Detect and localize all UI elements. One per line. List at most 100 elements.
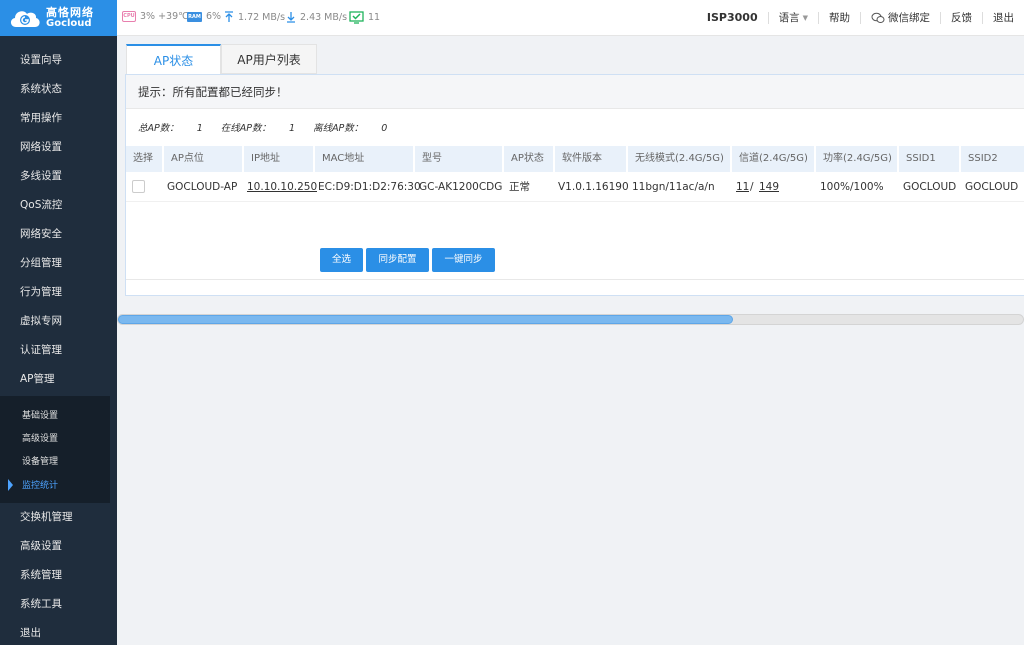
ap-counts: 总AP数： 1 在线AP数： 1 离线AP数： 0 bbox=[138, 120, 405, 134]
connections-text: 11 bbox=[368, 12, 381, 23]
row-checkbox[interactable] bbox=[132, 180, 145, 193]
sidebar-item-multiline[interactable]: 多线设置 bbox=[0, 162, 117, 191]
cloud-logo-icon bbox=[10, 11, 40, 27]
wechat-bind-label: 微信绑定 bbox=[888, 12, 930, 24]
upload-arrow-icon bbox=[225, 11, 233, 22]
active-item-marker bbox=[8, 479, 13, 491]
monitor-check-icon bbox=[349, 11, 364, 24]
progress-bar-fill bbox=[118, 315, 734, 324]
help-link[interactable]: 帮助 bbox=[818, 12, 860, 24]
cell-ssid1: GOCLOUD bbox=[903, 181, 957, 193]
online-ap-value: 1 bbox=[289, 123, 296, 134]
col-ap-location: AP点位 bbox=[162, 146, 242, 172]
total-ap-value: 1 bbox=[196, 123, 203, 134]
sidebar-item-system-status[interactable]: 系统状态 bbox=[0, 75, 117, 104]
feedback-link[interactable]: 反馈 bbox=[940, 12, 982, 24]
sidebar-item-ap[interactable]: AP管理 bbox=[0, 365, 117, 394]
cell-power: 100%/100% bbox=[820, 181, 884, 193]
sidebar-item-vpn[interactable]: 虚拟专网 bbox=[0, 307, 117, 336]
sidebar-item-tools[interactable]: 系统工具 bbox=[0, 590, 117, 619]
chevron-down-icon: ▼ bbox=[802, 14, 808, 22]
sidebar-item-security[interactable]: 网络安全 bbox=[0, 220, 117, 249]
cell-mac: EC:D9:D1:D2:76:30 bbox=[318, 181, 421, 193]
progress-bar bbox=[117, 314, 1024, 325]
offline-ap-value: 0 bbox=[381, 123, 388, 134]
sidebar-subitem-devices[interactable]: 设备管理 bbox=[22, 454, 58, 467]
col-channel: 信道(2.4G/5G) bbox=[730, 146, 814, 172]
ap-status-panel: 提示：所有配置都已经同步！ 总AP数： 1 在线AP数： 1 离线AP数： 0 选择 AP… bbox=[125, 74, 1024, 296]
download-stat: 2.43 MB/s bbox=[286, 11, 347, 23]
cell-version: V1.0.1.16190 bbox=[558, 181, 629, 193]
cell-ap-location: GOCLOUD-AP bbox=[167, 181, 238, 193]
connections-stat: 11 bbox=[349, 11, 380, 24]
col-power: 功率(2.4G/5G) bbox=[814, 146, 897, 172]
language-label: 语言 bbox=[778, 12, 800, 24]
table-header: 选择 AP点位 IP地址 MAC地址 型号 AP状态 软件版本 无线模式(2.4… bbox=[126, 146, 1024, 172]
col-wireless-mode: 无线模式(2.4G/5G) bbox=[626, 146, 730, 172]
logo-cn: 高恪网络 bbox=[46, 6, 94, 19]
download-text: 2.43 MB/s bbox=[300, 11, 348, 23]
logo-en: Gocloud bbox=[46, 18, 92, 29]
ram-stat: RAM 6% bbox=[187, 11, 221, 22]
sidebar-item-group[interactable]: 分组管理 bbox=[0, 249, 117, 278]
tab-ap-status[interactable]: AP状态 bbox=[126, 44, 221, 74]
sidebar-item-system-mgmt[interactable]: 系统管理 bbox=[0, 561, 117, 590]
cell-ip-link[interactable]: 10.10.10.250 bbox=[247, 172, 317, 202]
sidebar-item-common-ops[interactable]: 常用操作 bbox=[0, 104, 117, 133]
ram-text: 6% bbox=[206, 11, 222, 22]
col-version: 软件版本 bbox=[553, 146, 626, 172]
sidebar-subitem-advanced[interactable]: 高级设置 bbox=[22, 431, 58, 444]
sidebar-item-qos[interactable]: QoS流控 bbox=[0, 191, 117, 220]
language-dropdown[interactable]: 语言 ▼ bbox=[767, 12, 818, 24]
sidebar-item-advanced[interactable]: 高级设置 bbox=[0, 532, 117, 561]
logo-text: 高恪网络 Gocloud bbox=[46, 7, 94, 29]
offline-ap-label: 离线AP数： bbox=[313, 123, 364, 134]
col-ip: IP地址 bbox=[242, 146, 313, 172]
sync-config-button[interactable]: 同步配置 bbox=[366, 248, 429, 272]
cpu-icon: CPU bbox=[122, 11, 136, 22]
select-all-button[interactable]: 全选 bbox=[320, 248, 363, 272]
cpu-text: 3% +39℃ bbox=[140, 11, 189, 22]
col-ssid2: SSID2 bbox=[959, 146, 1024, 172]
sidebar-item-setup-wizard[interactable]: 设置向导 bbox=[0, 46, 117, 75]
cell-status: 正常 bbox=[509, 181, 530, 193]
cell-mode: 11bgn/11ac/a/n bbox=[632, 181, 715, 193]
cell-model: GC-AK1200CDG bbox=[419, 181, 503, 193]
col-ssid1: SSID1 bbox=[897, 146, 959, 172]
sidebar-item-switch[interactable]: 交换机管理 bbox=[0, 503, 117, 532]
cell-channel-sep: / bbox=[750, 181, 754, 193]
device-model: ISP3000 bbox=[706, 11, 758, 24]
download-arrow-icon bbox=[287, 12, 295, 23]
wechat-bind-link[interactable]: 微信绑定 bbox=[860, 12, 940, 24]
top-right-menu: ISP3000 语言 ▼ 帮助 微信绑定 反馈 退出 bbox=[697, 0, 1024, 36]
col-select: 选择 bbox=[126, 146, 162, 172]
online-ap-label: 在线AP数： bbox=[220, 123, 272, 134]
cell-channel-5-link[interactable]: 149 bbox=[759, 172, 779, 202]
ram-icon: RAM bbox=[187, 11, 202, 22]
sidebar-subitem-basic[interactable]: 基础设置 bbox=[22, 408, 58, 421]
sidebar-subitem-monitor[interactable]: 监控统计 bbox=[22, 478, 58, 491]
cpu-stat: CPU 3% +39℃ bbox=[122, 11, 189, 22]
sidebar: 高恪网络 Gocloud 设置向导 系统状态 常用操作 网络设置 多线设置 Qo… bbox=[0, 0, 117, 645]
col-model: 型号 bbox=[413, 146, 502, 172]
upload-text: 1.72 MB/s bbox=[238, 11, 286, 23]
upload-stat: 1.72 MB/s bbox=[224, 11, 285, 23]
sync-hint: 提示：所有配置都已经同步！ bbox=[126, 75, 1024, 109]
logout-link[interactable]: 退出 bbox=[982, 12, 1024, 24]
col-ap-status: AP状态 bbox=[502, 146, 553, 172]
one-click-sync-button[interactable]: 一键同步 bbox=[432, 248, 495, 272]
cell-channel-24-link[interactable]: 11 bbox=[736, 172, 749, 202]
sidebar-item-network-settings[interactable]: 网络设置 bbox=[0, 133, 117, 162]
cell-ssid2: GOCLOUD bbox=[965, 181, 1019, 193]
total-ap-label: 总AP数： bbox=[138, 123, 179, 134]
table-row: GOCLOUD-AP 10.10.10.250 EC:D9:D1:D2:76:3… bbox=[126, 172, 1024, 202]
panel-divider bbox=[126, 279, 1024, 280]
tab-ap-users[interactable]: AP用户列表 bbox=[221, 44, 317, 74]
sidebar-item-behavior[interactable]: 行为管理 bbox=[0, 278, 117, 307]
sidebar-item-logout[interactable]: 退出 bbox=[0, 619, 117, 645]
wechat-icon bbox=[871, 12, 885, 23]
logo[interactable]: 高恪网络 Gocloud bbox=[0, 0, 117, 36]
col-mac: MAC地址 bbox=[313, 146, 413, 172]
sidebar-item-auth[interactable]: 认证管理 bbox=[0, 336, 117, 365]
top-bar: CPU 3% +39℃ RAM 6% 1.72 MB/s 2.43 MB/s 1… bbox=[117, 0, 1024, 36]
